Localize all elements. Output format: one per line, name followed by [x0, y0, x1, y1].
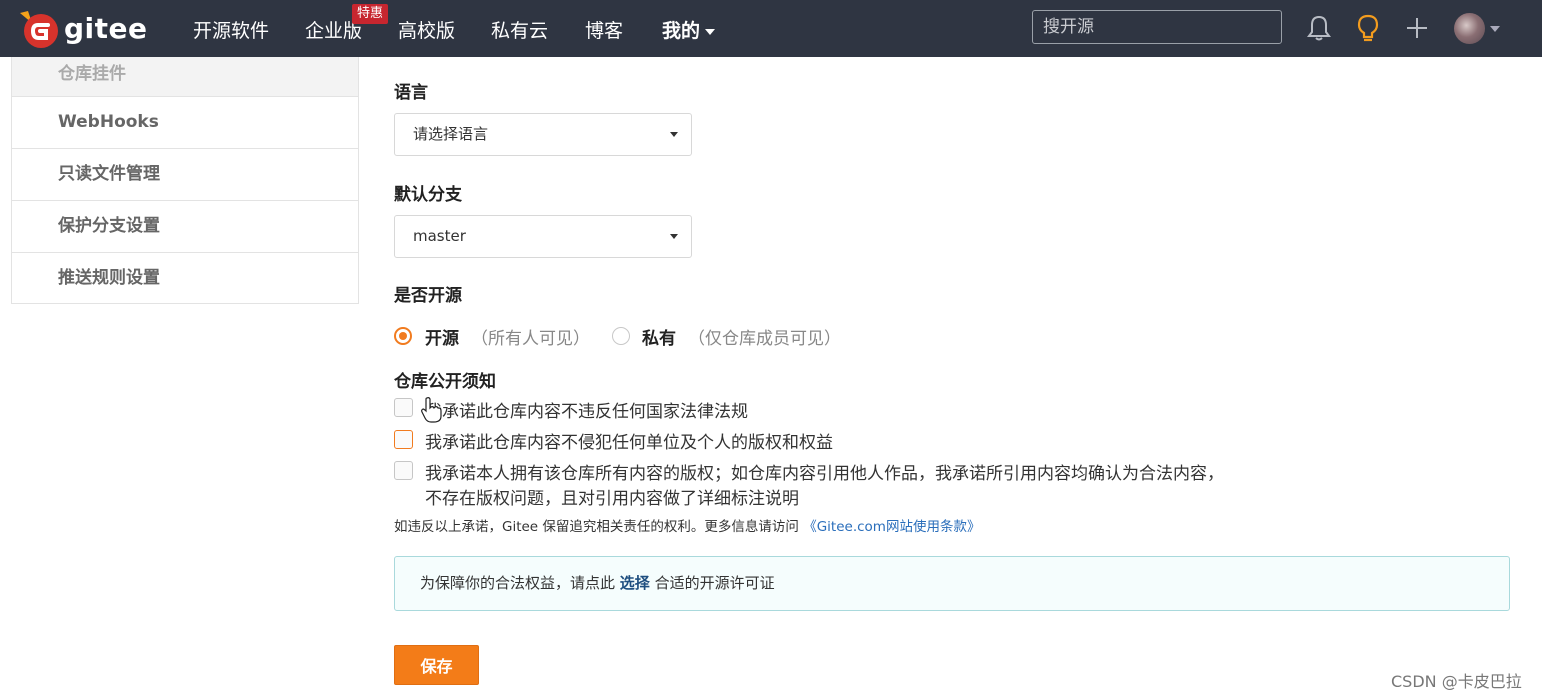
terms-link[interactable]: 《Gitee.com网站使用条款》: [803, 519, 980, 535]
notice-checkbox-law[interactable]: [394, 398, 413, 417]
radio-private-title: 私有: [642, 329, 676, 349]
disclaimer-body: 如违反以上承诺，Gitee 保留追究相关责任的权利。更多信息请访问: [394, 519, 799, 535]
watermark-text: CSDN @卡皮巴拉: [1391, 672, 1522, 691]
nav-open-source[interactable]: 开源软件: [193, 16, 269, 43]
logo-text: gitee: [64, 12, 148, 45]
radio-public[interactable]: [394, 327, 412, 345]
radio-private-desc: （仅仓库成员可见）: [688, 329, 841, 349]
disclaimer-text: 如违反以上承诺，Gitee 保留追究相关责任的权利。更多信息请访问 《Gitee…: [394, 515, 980, 535]
save-button[interactable]: 保存: [394, 645, 479, 685]
plus-icon[interactable]: [1403, 13, 1431, 43]
notice-text-ownership[interactable]: 我承诺本人拥有该仓库所有内容的版权；如仓库内容引用他人作品，我承诺所引用内容均确…: [425, 459, 1224, 484]
top-navbar: gitee 开源软件 企业版 特惠 高校版 私有云 博客 我的: [0, 0, 1542, 57]
default-branch-select[interactable]: master: [394, 215, 692, 258]
notice-text-ownership-line2[interactable]: 不存在版权问题，且对引用内容做了详细标注说明: [425, 484, 799, 509]
sidebar-item-push-rules[interactable]: 推送规则设置: [12, 252, 358, 304]
radio-public-title: 开源: [425, 329, 459, 349]
settings-sidebar: 仓库挂件 WebHooks 只读文件管理 保护分支设置 推送规则设置: [11, 57, 359, 304]
dropdown-arrow-icon: [670, 132, 678, 137]
nav-mine-label: 我的: [662, 20, 701, 42]
license-select-link[interactable]: 选择: [620, 574, 650, 592]
license-tip-before: 为保障你的合法权益，请点此: [420, 574, 616, 592]
sidebar-item-readonly-files[interactable]: 只读文件管理: [12, 148, 358, 200]
notice-checkbox-copyright[interactable]: [394, 430, 413, 449]
sidebar-item-protected-branches[interactable]: 保护分支设置: [12, 200, 358, 252]
notice-text-law[interactable]: 我承诺此仓库内容不违反任何国家法律法规: [425, 397, 748, 422]
nav-mine[interactable]: 我的: [662, 16, 716, 43]
avatar[interactable]: [1454, 13, 1485, 44]
default-branch-label: 默认分支: [394, 185, 462, 205]
gitee-logo-icon: [20, 11, 58, 48]
language-select-value: 请选择语言: [413, 125, 489, 143]
radio-public-desc: （所有人可见）: [471, 329, 590, 349]
promo-badge: 特惠: [352, 4, 389, 24]
bell-icon[interactable]: [1305, 13, 1333, 43]
license-tip-after: 合适的开源许可证: [654, 574, 775, 592]
nav-education[interactable]: 高校版: [398, 16, 455, 43]
hand-cursor-icon: [421, 397, 442, 423]
notice-label: 仓库公开须知: [394, 372, 496, 392]
search-input[interactable]: [1032, 10, 1282, 44]
lightbulb-icon[interactable]: [1354, 13, 1382, 43]
visibility-label: 是否开源: [394, 286, 462, 306]
chevron-down-icon: [705, 28, 716, 35]
radio-private-label[interactable]: 私有 （仅仓库成员可见）: [642, 324, 841, 349]
nav-private-cloud[interactable]: 私有云: [491, 16, 548, 43]
sidebar-item-repo-widget[interactable]: 仓库挂件: [12, 57, 358, 96]
language-select[interactable]: 请选择语言: [394, 113, 692, 156]
default-branch-value: master: [413, 227, 466, 245]
sidebar-item-webhooks[interactable]: WebHooks: [12, 96, 358, 148]
avatar-chevron-down-icon[interactable]: [1490, 26, 1500, 32]
dropdown-arrow-icon: [670, 234, 678, 239]
notice-checkbox-ownership[interactable]: [394, 461, 413, 480]
nav-blog[interactable]: 博客: [585, 16, 623, 43]
radio-private[interactable]: [612, 327, 630, 345]
license-tip-box: 为保障你的合法权益，请点此 选择 合适的开源许可证: [394, 556, 1510, 611]
radio-public-label[interactable]: 开源 （所有人可见）: [425, 324, 590, 349]
notice-text-copyright[interactable]: 我承诺此仓库内容不侵犯任何单位及个人的版权和权益: [425, 428, 833, 453]
gitee-logo[interactable]: gitee: [12, 4, 147, 52]
language-label: 语言: [394, 83, 428, 103]
